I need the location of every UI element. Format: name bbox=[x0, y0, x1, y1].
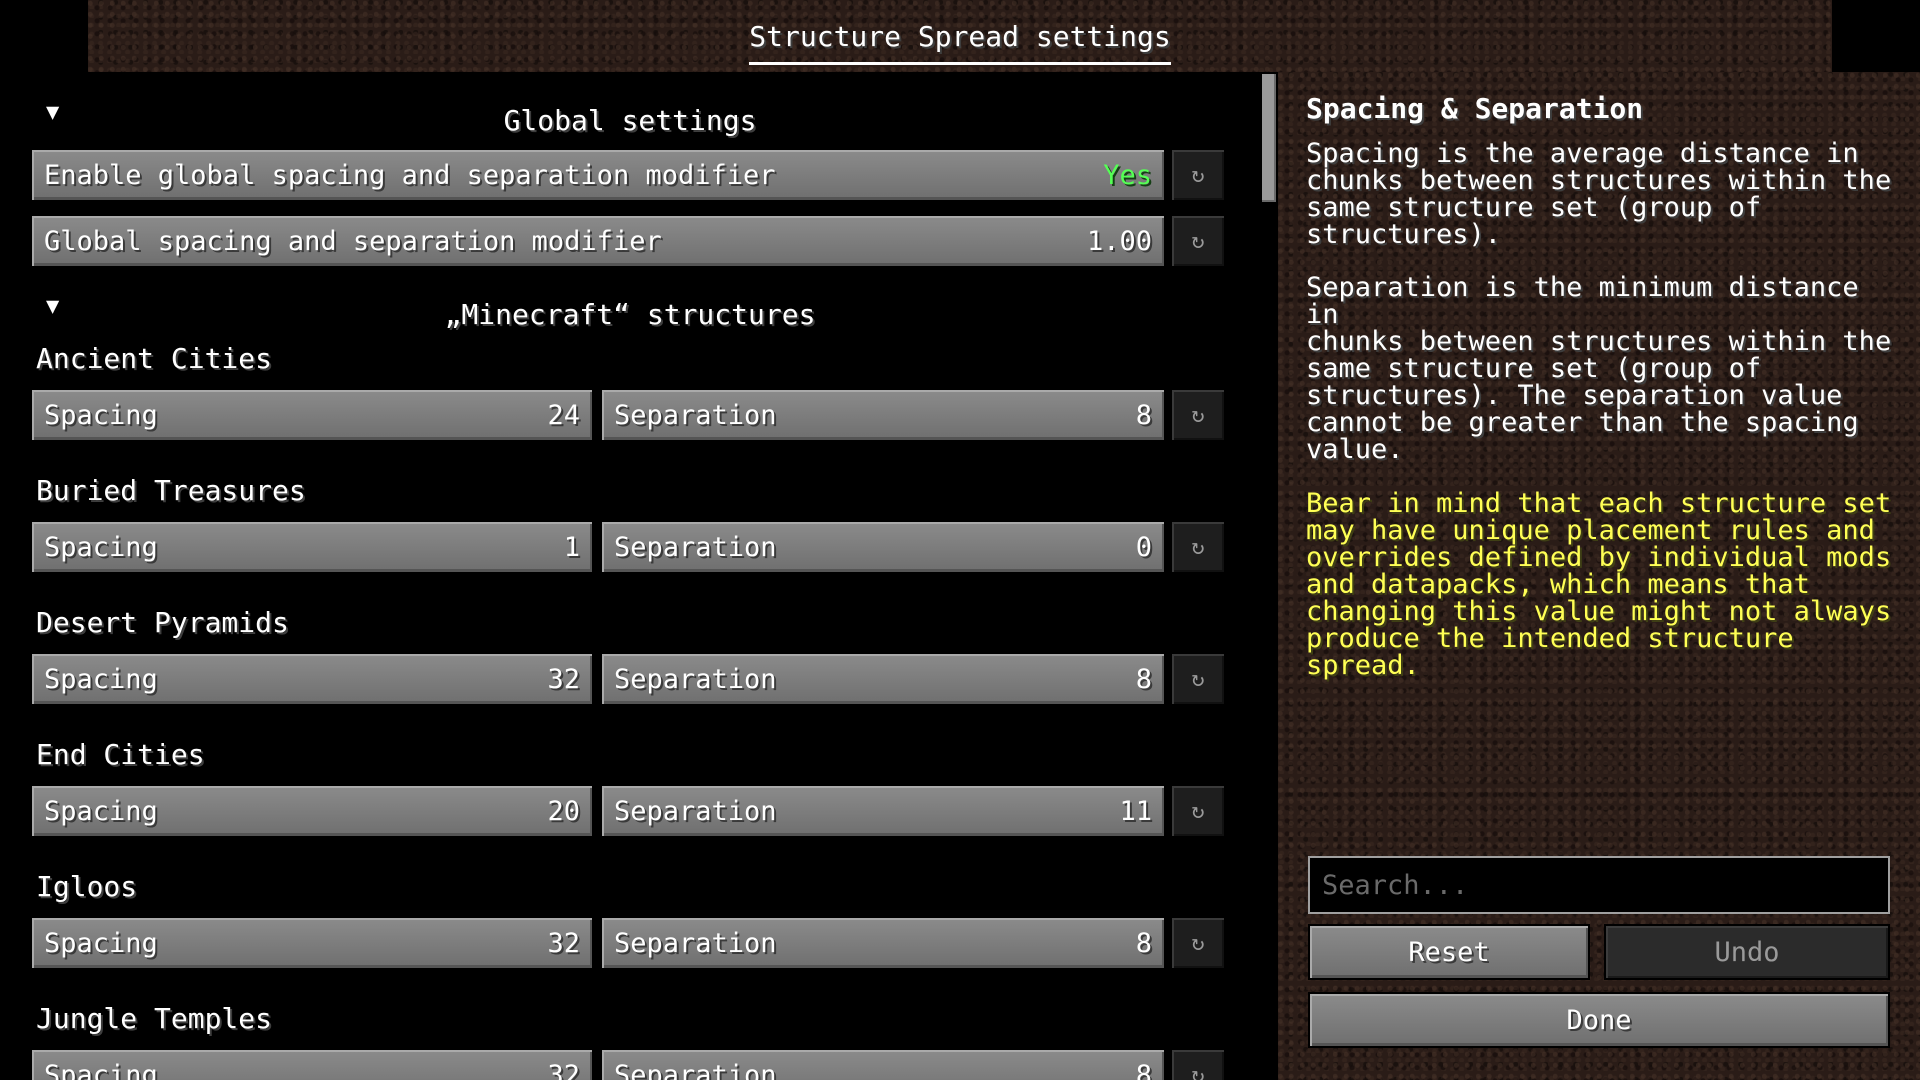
tab-structure-spread-settings[interactable]: Structure Spread settings bbox=[749, 20, 1172, 65]
info-title: Spacing & Separation bbox=[1306, 92, 1644, 125]
reset-arrow-icon[interactable]: ↻ bbox=[1170, 214, 1226, 268]
search-input[interactable] bbox=[1308, 856, 1890, 914]
slider-value: 0 bbox=[1135, 531, 1152, 563]
header-bar: Structure Spread settings bbox=[88, 0, 1832, 72]
info-warning-text: Bear in mind that each structure set may… bbox=[1306, 488, 1892, 681]
section-title: „Minecraft“ structures bbox=[444, 298, 816, 331]
reset-arrow-icon[interactable]: ↻ bbox=[1170, 916, 1226, 970]
separation-slider[interactable]: Separation 11 bbox=[600, 784, 1166, 838]
slider-label: Separation bbox=[614, 399, 777, 431]
reset-arrow-icon[interactable]: ↻ bbox=[1170, 148, 1226, 202]
reset-arrow-icon[interactable]: ↻ bbox=[1170, 520, 1226, 574]
separation-slider[interactable]: Separation 0 bbox=[600, 520, 1166, 574]
slider-label: Spacing bbox=[44, 795, 158, 827]
spacing-slider[interactable]: Spacing 32 bbox=[30, 1048, 594, 1080]
separation-slider[interactable]: Separation 8 bbox=[600, 388, 1166, 442]
slider-label: Spacing bbox=[44, 927, 158, 959]
spacing-slider[interactable]: Spacing 1 bbox=[30, 520, 594, 574]
separation-slider[interactable]: Separation 8 bbox=[600, 652, 1166, 706]
spacing-slider[interactable]: Spacing 20 bbox=[30, 784, 594, 838]
group-label-buried-treasures: Buried Treasures bbox=[36, 474, 306, 507]
section-minecraft-structures[interactable]: ▼ „Minecraft“ structures bbox=[0, 286, 1260, 336]
slider-value: 24 bbox=[547, 399, 580, 431]
slider-value: 20 bbox=[547, 795, 580, 827]
slider-value: 8 bbox=[1135, 927, 1152, 959]
slider-label: Spacing bbox=[44, 399, 158, 431]
section-global-settings[interactable]: ▼ Global settings bbox=[0, 92, 1260, 142]
reset-arrow-icon[interactable]: ↻ bbox=[1170, 388, 1226, 442]
spacing-slider[interactable]: Spacing 32 bbox=[30, 652, 594, 706]
slider-value: 8 bbox=[1135, 1059, 1152, 1080]
slider-label: Spacing bbox=[44, 663, 158, 695]
slider-value: 11 bbox=[1119, 795, 1152, 827]
slider-label: Separation bbox=[614, 927, 777, 959]
group-label-desert-pyramids: Desert Pyramids bbox=[36, 606, 289, 639]
reset-button[interactable]: Reset bbox=[1308, 924, 1590, 980]
slider-value: 32 bbox=[547, 1059, 580, 1080]
done-button[interactable]: Done bbox=[1308, 992, 1890, 1048]
slider-label: Separation bbox=[614, 1059, 777, 1080]
info-panel: Spacing & Separation Spacing is the aver… bbox=[1278, 72, 1920, 1080]
reset-arrow-icon[interactable]: ↻ bbox=[1170, 784, 1226, 838]
slider-value: 1 bbox=[563, 531, 580, 563]
group-label-jungle-temples: Jungle Temples bbox=[36, 1002, 273, 1035]
undo-button[interactable]: Undo bbox=[1604, 924, 1890, 980]
setting-value: Yes bbox=[1103, 159, 1152, 191]
scrollbar-thumb[interactable] bbox=[1262, 74, 1276, 202]
setting-value: 1.00 bbox=[1086, 225, 1152, 257]
enable-global-modifier-button[interactable]: Enable global spacing and separation mod… bbox=[30, 148, 1166, 202]
slider-label: Spacing bbox=[44, 1059, 158, 1080]
setting-label: Enable global spacing and separation mod… bbox=[44, 159, 776, 191]
slider-label: Separation bbox=[614, 531, 777, 563]
separation-slider[interactable]: Separation 8 bbox=[600, 1048, 1166, 1080]
group-label-ancient-cities: Ancient Cities bbox=[36, 342, 273, 375]
group-label-end-cities: End Cities bbox=[36, 738, 205, 771]
slider-value: 32 bbox=[547, 927, 580, 959]
scrollbar-track[interactable] bbox=[1260, 72, 1278, 1080]
group-label-igloos: Igloos bbox=[36, 870, 138, 903]
info-spacing-text: Spacing is the average distance in chunk… bbox=[1306, 138, 1892, 250]
global-modifier-slider[interactable]: Global spacing and separation modifier 1… bbox=[30, 214, 1166, 268]
reset-arrow-icon[interactable]: ↻ bbox=[1170, 652, 1226, 706]
info-separation-text: Separation is the minimum distance in ch… bbox=[1306, 272, 1892, 465]
section-title: Global settings bbox=[503, 104, 757, 137]
slider-label: Separation bbox=[614, 663, 777, 695]
slider-value: 8 bbox=[1135, 399, 1152, 431]
separation-slider[interactable]: Separation 8 bbox=[600, 916, 1166, 970]
spacing-slider[interactable]: Spacing 32 bbox=[30, 916, 594, 970]
settings-list: ▼ Global settings Enable global spacing … bbox=[0, 72, 1260, 1080]
slider-value: 32 bbox=[547, 663, 580, 695]
slider-value: 8 bbox=[1135, 663, 1152, 695]
slider-label: Separation bbox=[614, 795, 777, 827]
setting-label: Global spacing and separation modifier bbox=[44, 225, 662, 257]
reset-arrow-icon[interactable]: ↻ bbox=[1170, 1048, 1226, 1080]
slider-label: Spacing bbox=[44, 531, 158, 563]
spacing-slider[interactable]: Spacing 24 bbox=[30, 388, 594, 442]
